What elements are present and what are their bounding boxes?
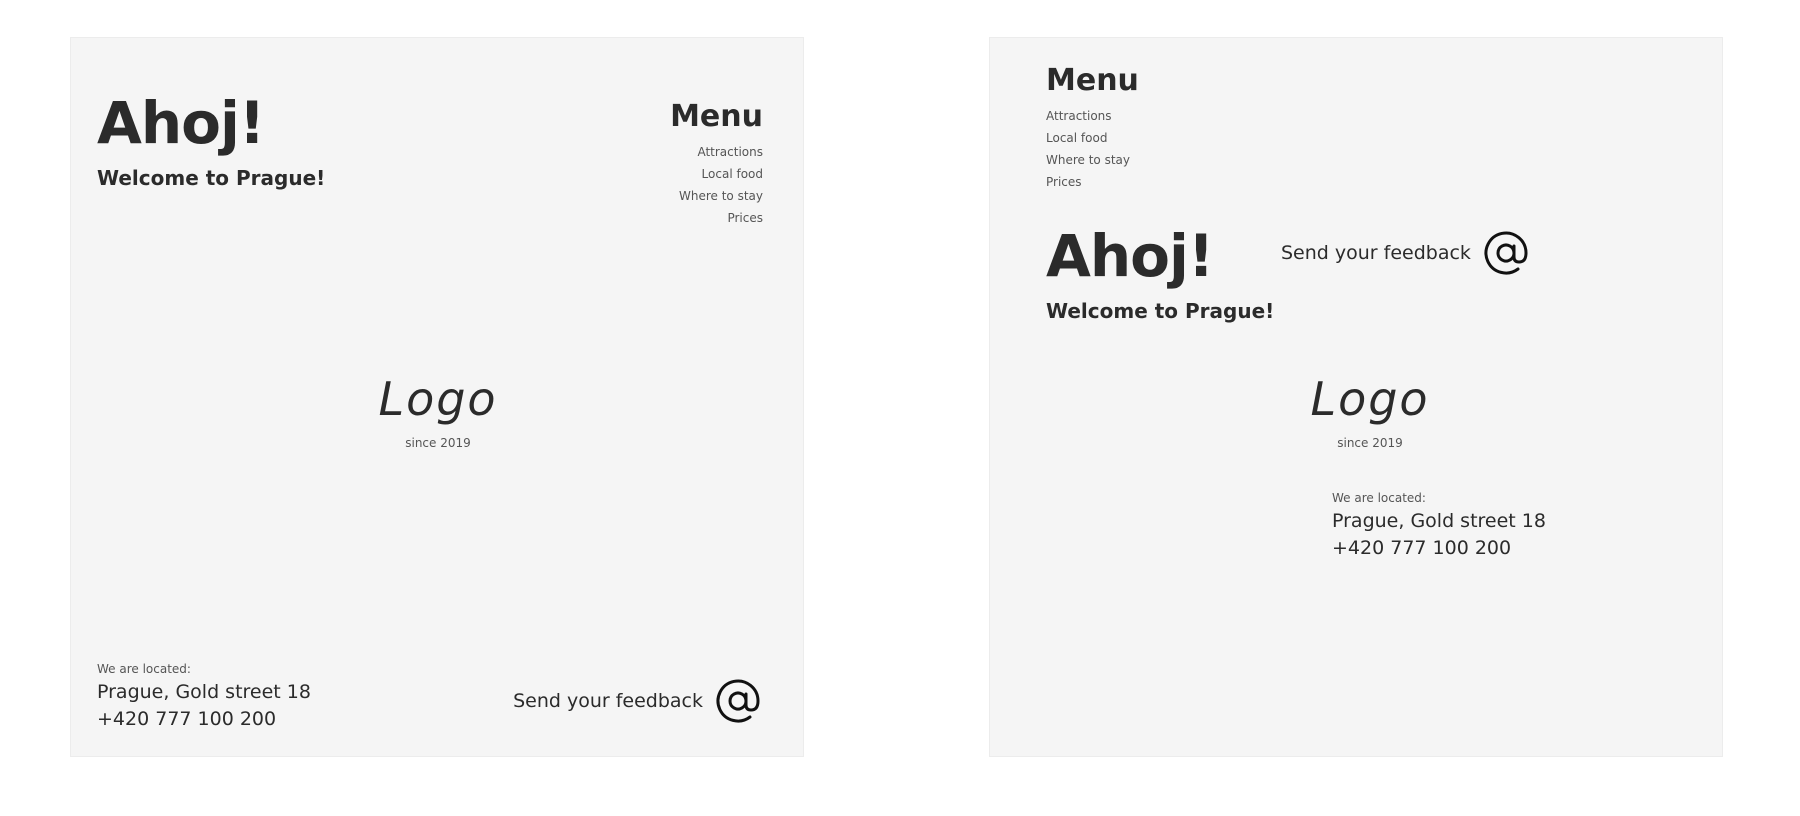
location-label: We are located: xyxy=(1332,491,1426,505)
at-icon xyxy=(1484,231,1528,275)
menu-list: Attractions Local food Where to stay Pri… xyxy=(1046,105,1139,193)
menu-item-where-to-stay[interactable]: Where to stay xyxy=(1046,149,1139,171)
menu-item-local-food[interactable]: Local food xyxy=(670,163,763,185)
menu-item-prices[interactable]: Prices xyxy=(670,207,763,229)
location-label: We are located: xyxy=(97,662,191,676)
location-block: We are located: Prague, Gold street 18 +… xyxy=(1332,492,1546,558)
since-label: since 2019 xyxy=(1337,436,1403,450)
menu: Menu Attractions Local food Where to sta… xyxy=(1046,66,1139,193)
feedback-label: Send your feedback xyxy=(513,690,703,712)
location-block: We are located: Prague, Gold street 18 +… xyxy=(97,663,311,729)
menu-item-where-to-stay[interactable]: Where to stay xyxy=(670,185,763,207)
logo-block: Logo since 2019 xyxy=(338,376,538,450)
logo: Logo xyxy=(1310,372,1430,426)
feedback-link[interactable]: Send your feedback xyxy=(1281,228,1531,278)
menu-item-attractions[interactable]: Attractions xyxy=(670,141,763,163)
greeting-heading: Ahoj! xyxy=(1046,222,1214,290)
menu: Menu Attractions Local food Where to sta… xyxy=(670,102,763,229)
layout-card-a: Ahoj! Welcome to Prague! Menu Attraction… xyxy=(70,37,804,757)
greeting-heading: Ahoj! xyxy=(97,89,265,157)
welcome-subheading: Welcome to Prague! xyxy=(1046,299,1275,323)
feedback-label: Send your feedback xyxy=(1281,242,1471,264)
at-icon xyxy=(716,679,760,723)
menu-title: Menu xyxy=(670,99,763,134)
logo-block: Logo since 2019 xyxy=(1270,376,1470,450)
menu-item-prices[interactable]: Prices xyxy=(1046,171,1139,193)
welcome-subheading: Welcome to Prague! xyxy=(97,166,326,190)
menu-title: Menu xyxy=(1046,63,1139,98)
logo: Logo xyxy=(378,372,498,426)
since-label: since 2019 xyxy=(405,436,471,450)
menu-item-local-food[interactable]: Local food xyxy=(1046,127,1139,149)
address-text: Prague, Gold street 18 xyxy=(97,681,311,703)
phone-text: +420 777 100 200 xyxy=(97,708,277,730)
feedback-link[interactable]: Send your feedback xyxy=(513,676,763,726)
address-text: Prague, Gold street 18 xyxy=(1332,510,1546,532)
layout-card-b: Menu Attractions Local food Where to sta… xyxy=(989,37,1723,757)
phone-text: +420 777 100 200 xyxy=(1332,537,1512,559)
menu-item-attractions[interactable]: Attractions xyxy=(1046,105,1139,127)
menu-list: Attractions Local food Where to stay Pri… xyxy=(670,141,763,229)
